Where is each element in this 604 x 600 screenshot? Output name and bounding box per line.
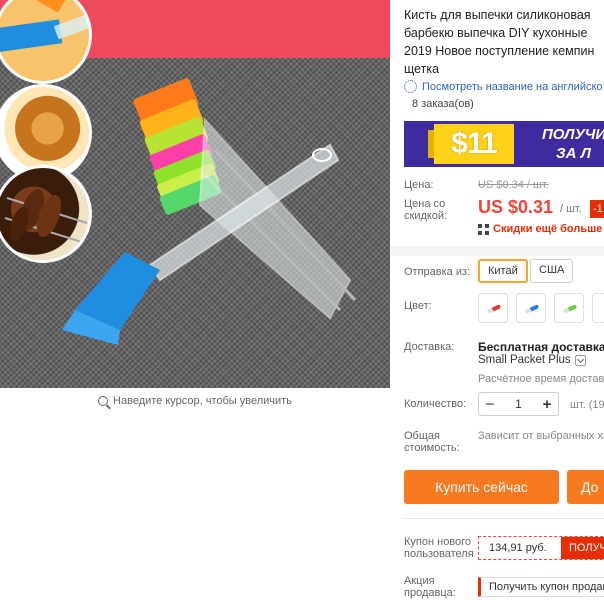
delivery-title: Бесплатная доставка в R <box>478 340 604 354</box>
product-title-line: 2019 Новое поступление кемпин <box>404 44 595 58</box>
total-label-line: Общая <box>404 430 440 442</box>
product-image[interactable] <box>0 0 390 388</box>
discount-price-label-line: скидкой: <box>404 210 448 222</box>
seller-coupon-button[interactable]: Получить купон продав <box>478 577 604 597</box>
translate-link-text[interactable]: Посмотреть название на английско <box>422 81 603 93</box>
translate-title-link[interactable]: Посмотреть название на английско <box>404 80 603 93</box>
promo-banner[interactable]: $11 ПОЛУЧИ ЗА Л <box>404 121 604 167</box>
discount-badge: -1 <box>590 200 604 218</box>
add-to-cart-button[interactable]: До <box>567 470 604 504</box>
translate-icon <box>404 80 417 93</box>
total-label-line: стоимость: <box>404 442 460 454</box>
more-discounts-text[interactable]: Скидки ещё больше в <box>493 223 604 235</box>
product-title-line: Кисть для выпечки силиконовая <box>404 8 591 22</box>
delivery-label: Доставка: <box>404 341 455 353</box>
seller-promo-label-line: Акция <box>404 575 435 587</box>
seller-promo-label-line: продавца: <box>404 587 456 599</box>
ship-from-china[interactable]: Китай <box>478 259 528 283</box>
old-price: US $0.34 / шт. <box>478 179 549 191</box>
seller-promo-label: Акция продавца: <box>404 575 456 599</box>
quantity-decrease-button[interactable]: − <box>484 396 496 413</box>
delivery-estimate: Расчётное время доставк <box>478 373 604 385</box>
get-coupon-button[interactable]: ПОЛУЧ <box>561 537 604 559</box>
color-swatch-more[interactable] <box>592 293 604 323</box>
more-discounts-link[interactable]: Скидки ещё больше в <box>478 223 604 235</box>
section-divider <box>390 246 604 256</box>
ship-from-usa[interactable]: США <box>530 259 574 283</box>
total-note: Зависит от выбранных хар <box>478 430 604 442</box>
color-swatch-red[interactable] <box>478 293 508 323</box>
product-title: Кисть для выпечки силиконовая барбекю вы… <box>404 6 604 78</box>
promo-amount: $11 <box>428 124 514 164</box>
buy-now-button[interactable]: Купить сейчас <box>404 470 559 504</box>
total-label: Общая стоимость: <box>404 430 460 454</box>
product-title-line: барбекю выпечка DIY кухонные <box>404 26 588 40</box>
discount-price-label-line: Цена со <box>404 198 446 210</box>
qr-icon <box>478 223 489 235</box>
delivery-method-text: Small Packet Plus <box>478 354 571 366</box>
color-label: Цвет: <box>404 300 432 312</box>
chevron-down-icon[interactable] <box>574 354 586 366</box>
quantity-label: Количество: <box>404 398 467 410</box>
price-label: Цена: <box>404 179 434 191</box>
promo-text-line1: ПОЛУЧИ <box>542 126 604 143</box>
product-page: Наведите курсор, чтобы увеличить Кисть д… <box>0 0 604 600</box>
new-user-coupon: 134,91 руб. ПОЛУЧ <box>478 536 604 560</box>
divider <box>404 518 604 519</box>
coupon-value: 134,91 руб. <box>489 542 547 554</box>
ship-from-label: Отправка из: <box>404 266 471 278</box>
color-swatch-green[interactable] <box>554 293 584 323</box>
product-info: Кисть для выпечки силиконовая барбекю вы… <box>390 0 604 600</box>
quantity-increase-button[interactable]: + <box>541 396 553 413</box>
quantity-value[interactable]: 1 <box>515 397 522 411</box>
product-title-line: щетка <box>404 62 440 76</box>
zoom-hint-text: Наведите курсор, чтобы увеличить <box>113 395 292 407</box>
current-price: US $0.31 <box>478 197 554 217</box>
quantity-stepper: − 1 + <box>478 392 559 416</box>
zoom-hint: Наведите курсор, чтобы увеличить <box>0 388 390 414</box>
delivery-method-select[interactable]: Small Packet Plus <box>478 354 586 366</box>
orders-count: 8 заказа(ов) <box>412 98 474 110</box>
new-user-coupon-label: Купон нового пользователя <box>404 536 474 560</box>
new-user-coupon-label-line: пользователя <box>404 548 474 560</box>
brush-illustration <box>62 78 357 345</box>
discount-price-label: Цена со скидкой: <box>404 198 447 222</box>
color-swatch-blue[interactable] <box>516 293 546 323</box>
magnifier-icon <box>98 396 109 406</box>
promo-text-line2: ЗА Л <box>556 145 591 162</box>
new-user-coupon-label-line: Купон нового <box>404 536 472 548</box>
quantity-available: шт. (19 <box>570 399 604 411</box>
price-unit: / шт. <box>560 203 582 215</box>
